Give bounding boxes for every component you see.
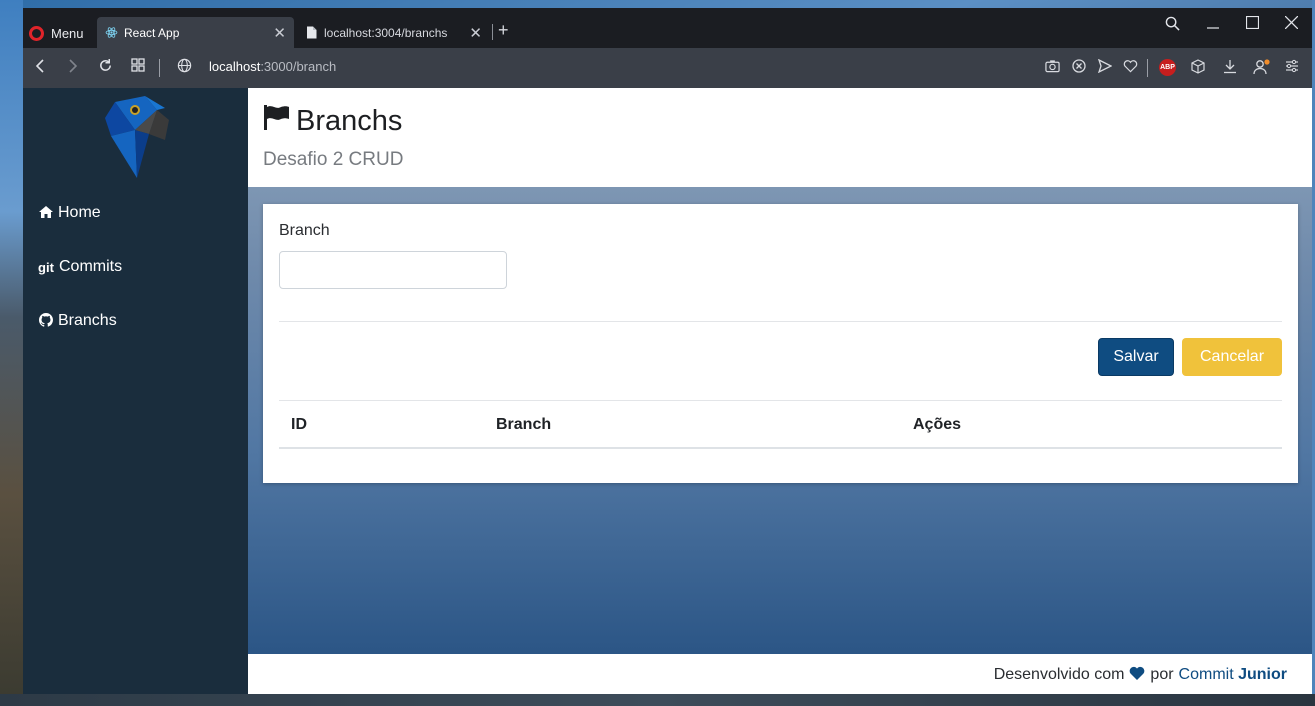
- close-window-icon[interactable]: [1284, 15, 1299, 34]
- globe-icon: [177, 58, 192, 78]
- page-header: Branchs Desafio 2 CRUD: [248, 88, 1312, 187]
- footer-text: Desenvolvido com por Commit Junior: [994, 665, 1287, 685]
- opera-menu-button[interactable]: Menu: [29, 20, 84, 46]
- divider: [279, 321, 1282, 322]
- home-icon: [38, 205, 53, 221]
- extensions-divider: [1147, 59, 1148, 77]
- sidebar-item-home[interactable]: Home: [38, 204, 101, 222]
- save-button[interactable]: Salvar: [1098, 338, 1174, 376]
- sidebar-item-label: Branchs: [58, 312, 117, 329]
- page-title: Branchs: [263, 104, 402, 138]
- heart-icon[interactable]: [1123, 59, 1138, 76]
- heart-icon: [1129, 665, 1145, 685]
- table-header-row: ID Branch Ações: [279, 401, 1282, 449]
- maximize-icon[interactable]: [1245, 15, 1260, 34]
- desktop-taskbar-area: [0, 694, 1315, 706]
- page-footer: Desenvolvido com por Commit Junior: [248, 654, 1312, 694]
- settings-sliders-icon[interactable]: [1285, 59, 1299, 76]
- address-bar: localhost:3000/branch ABP: [23, 48, 1312, 88]
- desktop-wallpaper: [0, 0, 23, 706]
- page-subtitle: Desafio 2 CRUD: [263, 149, 404, 170]
- sidebar-item-commits[interactable]: git Commits: [38, 258, 122, 276]
- address-divider: [159, 59, 160, 77]
- url-host: localhost: [209, 59, 261, 74]
- url-field[interactable]: localhost:3000/branch: [209, 59, 336, 74]
- cube-icon[interactable]: [1191, 59, 1205, 77]
- brand-main: Commit: [1178, 666, 1234, 683]
- download-icon[interactable]: [1223, 59, 1237, 77]
- search-tabs-icon[interactable]: [1165, 16, 1180, 36]
- adblock-icon[interactable]: ABP: [1159, 59, 1176, 76]
- tab-localhost-branchs[interactable]: localhost:3004/branchs ✕: [297, 17, 490, 48]
- react-icon: [105, 26, 118, 39]
- reload-icon[interactable]: [98, 58, 113, 78]
- browser-window: Menu React App ✕ localhost:3004/branchs …: [23, 8, 1312, 694]
- github-icon: [38, 312, 53, 330]
- cancel-button[interactable]: Cancelar: [1182, 338, 1282, 376]
- menu-label: Menu: [51, 25, 84, 41]
- tab-strip: Menu React App ✕ localhost:3004/branchs …: [23, 8, 1312, 48]
- account-icon[interactable]: [1253, 59, 1270, 78]
- page-title-text: Branchs: [296, 104, 403, 137]
- column-header-branch: Branch: [496, 416, 552, 433]
- minimize-icon[interactable]: [1207, 16, 1219, 35]
- send-icon[interactable]: [1097, 58, 1113, 76]
- page-viewport: Home git Commits Branchs Branchs Desafio…: [23, 88, 1312, 694]
- new-tab-icon[interactable]: +: [498, 20, 509, 41]
- parrot-logo[interactable]: [105, 96, 171, 178]
- brand-rest: Junior: [1238, 666, 1287, 683]
- branch-field-label: Branch: [279, 222, 330, 239]
- branch-table: ID Branch Ações: [279, 400, 1282, 449]
- opera-logo-icon: [29, 25, 44, 41]
- sidebar-item-label: Home: [58, 204, 101, 221]
- tab-separator: [492, 24, 493, 40]
- back-icon[interactable]: [35, 58, 45, 79]
- branch-input[interactable]: [279, 251, 507, 289]
- footer-middle: por: [1150, 666, 1174, 683]
- url-path: :3000/branch: [260, 59, 337, 74]
- file-icon: [305, 26, 318, 39]
- branch-form-card: Branch Salvar Cancelar ID Branch Ações: [263, 204, 1298, 483]
- speed-dial-icon[interactable]: [131, 58, 145, 77]
- footer-prefix: Desenvolvido com: [993, 666, 1125, 683]
- tab-title: React App: [124, 25, 180, 40]
- git-icon: git: [38, 259, 54, 275]
- sidebar-item-label: Commits: [59, 258, 123, 275]
- column-header-actions: Ações: [913, 416, 962, 433]
- tab-title: localhost:3004/branchs: [324, 25, 448, 40]
- block-icon[interactable]: [1072, 59, 1086, 76]
- footer-brand-link[interactable]: Commit Junior: [1179, 666, 1287, 684]
- sidebar-item-branchs[interactable]: Branchs: [38, 312, 117, 330]
- forward-icon[interactable]: [68, 58, 78, 79]
- close-tab-icon[interactable]: ✕: [469, 24, 482, 42]
- sidebar: Home git Commits Branchs: [23, 88, 248, 694]
- close-tab-icon[interactable]: ✕: [273, 24, 286, 42]
- tab-react-app[interactable]: React App ✕: [97, 17, 294, 48]
- main-content: Branchs Desafio 2 CRUD Branch Salvar Can…: [248, 88, 1312, 694]
- flag-icon: [263, 104, 290, 138]
- column-header-id: ID: [291, 416, 307, 433]
- camera-icon[interactable]: [1045, 59, 1060, 76]
